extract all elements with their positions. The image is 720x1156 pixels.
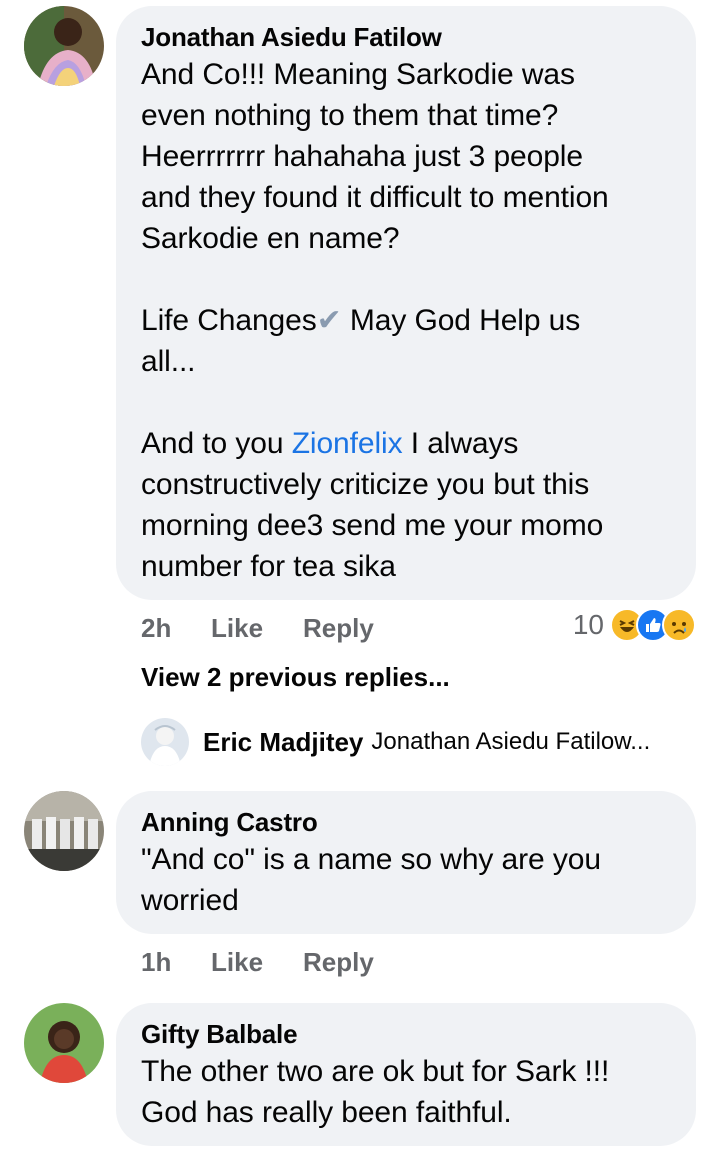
like-button[interactable]: Like [211,612,303,644]
comment-author[interactable]: Anning Castro [141,805,672,839]
reaction-count: 10 [572,609,604,640]
reactions-summary[interactable]: 10 [573,608,696,642]
reply-button[interactable]: Reply [303,946,374,978]
latest-reply[interactable]: Eric Madjitey Jonathan Asiedu Fatilow... [141,718,650,766]
comment-actions: 2h Like Reply [141,612,374,644]
view-previous-replies[interactable]: View 2 previous replies... [141,662,450,693]
mention-link[interactable]: Zionfelix [292,427,403,460]
reply-preview[interactable]: Jonathan Asiedu Fatilow... [371,728,650,756]
comment-text: And Co!!! Meaning Sarkodie was even noth… [141,58,609,583]
comment-text: "And co" is a name so why are you worrie… [141,843,601,917]
comment-actions: 1h Like Reply [141,946,374,978]
comment-time[interactable]: 2h [141,612,211,644]
comment-text: The other two are ok but for Sark !!! Go… [141,1055,610,1129]
check-mark-icon: ✔ [316,304,342,337]
avatar[interactable] [141,718,189,766]
comment-author[interactable]: Jonathan Asiedu Fatilow [141,20,672,54]
avatar[interactable] [24,791,104,871]
reply-author[interactable]: Eric Madjitey [203,727,363,758]
comment-author[interactable]: Gifty Balbale [141,1017,672,1051]
comment-bubble: Anning Castro "And co" is a name so why … [116,791,696,934]
sad-icon [662,608,696,642]
comment-bubble: Gifty Balbale The other two are ok but f… [116,1003,696,1146]
comment-bubble: Jonathan Asiedu Fatilow And Co!!! Meanin… [116,6,696,600]
comment-time[interactable]: 1h [141,946,211,978]
avatar[interactable] [24,1003,104,1083]
reply-button[interactable]: Reply [303,612,374,644]
avatar[interactable] [24,6,104,86]
like-button[interactable]: Like [211,946,303,978]
